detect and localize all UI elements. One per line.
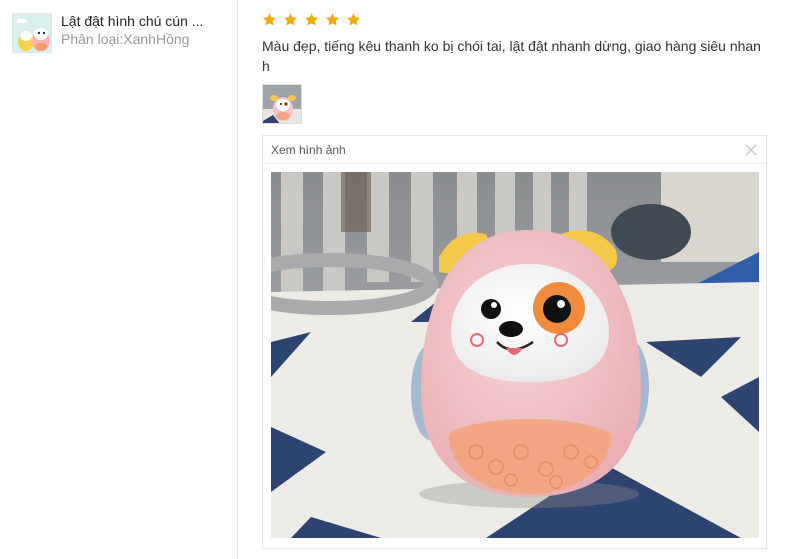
close-icon[interactable] — [744, 143, 758, 157]
review-photo-thumbnail[interactable] — [262, 84, 302, 124]
product-column: Lật đật hình chú cún ... Phân loại:XanhH… — [0, 0, 238, 559]
star-icon — [326, 13, 339, 26]
photo-viewer-header: Xem hình ảnh — [263, 136, 766, 164]
review-photo-thumbnail-image — [263, 85, 301, 123]
photo-viewer-title: Xem hình ảnh — [271, 142, 346, 157]
star-icon — [305, 13, 318, 26]
star-icon — [263, 13, 276, 26]
rating-stars — [262, 12, 361, 27]
product-info: Lật đật hình chú cún ... Phân loại:XanhH… — [61, 13, 226, 53]
review-photo-image — [271, 172, 759, 538]
product-variant: Phân loại:XanhHồng — [61, 31, 190, 47]
review-text: Màu đẹp, tiếng kêu thanh ko bị chói tai,… — [262, 38, 761, 74]
star-icon — [347, 13, 360, 26]
product-summary[interactable]: Lật đật hình chú cún ... Phân loại:XanhH… — [12, 13, 226, 53]
product-thumbnail[interactable] — [12, 13, 52, 53]
product-thumbnail-image — [13, 14, 51, 52]
product-name[interactable]: Lật đật hình chú cún ... — [61, 13, 226, 30]
star-icon — [284, 13, 297, 26]
photo-viewer: Xem hình ảnh — [262, 135, 767, 549]
review-photo[interactable] — [271, 172, 759, 538]
